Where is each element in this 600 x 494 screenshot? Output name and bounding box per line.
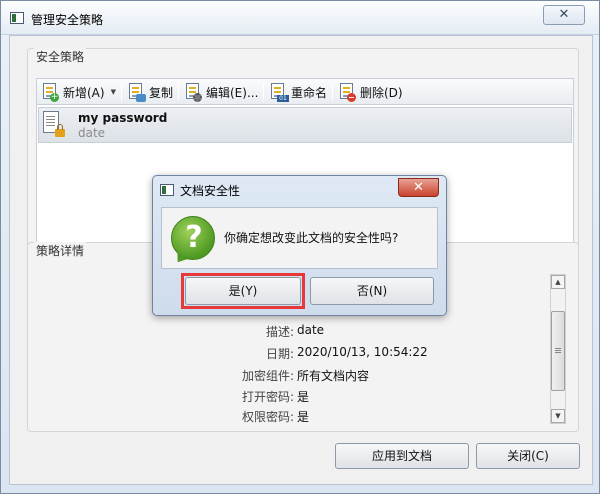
rename-button-label: 重命名 [291,85,328,100]
toolbar-separator [263,83,264,101]
detail-key: 描述: [265,325,294,339]
confirm-dialog: 文档安全性 ✕ ? 你确定想改变此文档的安全性吗? 是(Y) 否(N) [152,175,447,316]
scroll-down-icon[interactable]: ▼ [551,409,565,423]
question-icon: ? [171,216,215,260]
dialog-title: 文档安全性 [180,184,241,198]
detail-value: date [297,323,325,337]
question-mark: ? [185,220,203,255]
detail-key: 打开密码: [241,390,294,404]
edit-button-label: 编辑(E)... [206,85,259,100]
delete-button-label: 删除(D) [360,85,403,100]
copy-button[interactable]: 复制 [127,81,173,103]
delete-button[interactable]: 删除(D) [338,81,403,103]
detail-value: 是 [297,390,310,404]
copy-icon [127,82,146,102]
dialog-body: ? 你确定想改变此文档的安全性吗? [161,207,438,269]
detail-key: 加密组件: [241,369,294,383]
policy-toolbar: + 新增(A) ▼ 复制 编辑(E)... 01 重命名 删除(D) [36,78,574,105]
window-title: 管理安全策略 [31,13,104,27]
locked-document-icon [43,111,65,137]
scroll-thumb[interactable] [551,311,565,391]
title-bar: 管理安全策略 ✕ [1,1,599,35]
new-button[interactable]: + 新增(A) ▼ [41,81,116,103]
copy-button-label: 复制 [149,85,174,100]
policies-group-label: 安全策略 [34,48,87,65]
detail-value: 是 [297,410,310,424]
toolbar-separator [178,83,179,101]
edit-gear-icon [184,82,202,102]
no-button[interactable]: 否(N) [310,277,434,305]
new-button-label: 新增(A) [63,85,105,100]
dialog-app-icon [160,184,174,196]
details-scrollbar[interactable]: ▲ ▼ [550,274,566,424]
list-item[interactable]: my password date [38,107,572,143]
rename-button[interactable]: 01 重命名 [269,81,327,103]
yes-button[interactable]: 是(Y) [185,277,301,305]
details-group-label: 策略详情 [34,242,87,259]
detail-key: 权限密码: [241,410,294,424]
detail-key: 日期: [265,347,294,361]
edit-button[interactable]: 编辑(E)... [184,81,258,103]
dialog-message: 你确定想改变此文档的安全性吗? [224,231,399,245]
policy-description: date [78,126,106,140]
close-button[interactable]: 关闭(C) [476,443,580,469]
scroll-up-icon[interactable]: ▲ [551,275,565,289]
toolbar-separator [121,83,122,101]
app-icon [10,12,24,24]
chevron-down-icon[interactable]: ▼ [111,88,116,96]
policy-name: my password [78,111,168,125]
window-close-button[interactable]: ✕ [543,5,585,25]
new-policy-icon: + [41,82,59,102]
toolbar-separator [332,83,333,101]
dialog-close-button[interactable]: ✕ [398,178,439,197]
apply-to-document-button[interactable]: 应用到文档 [335,443,469,469]
rename-icon: 01 [269,82,289,102]
detail-value: 所有文档内容 [297,369,370,383]
main-window: 管理安全策略 ✕ 安全策略 + 新增(A) ▼ 复制 编辑(E)... 01 重… [0,0,600,494]
delete-icon [338,82,356,102]
detail-value: 2020/10/13, 10:54:22 [297,345,428,359]
